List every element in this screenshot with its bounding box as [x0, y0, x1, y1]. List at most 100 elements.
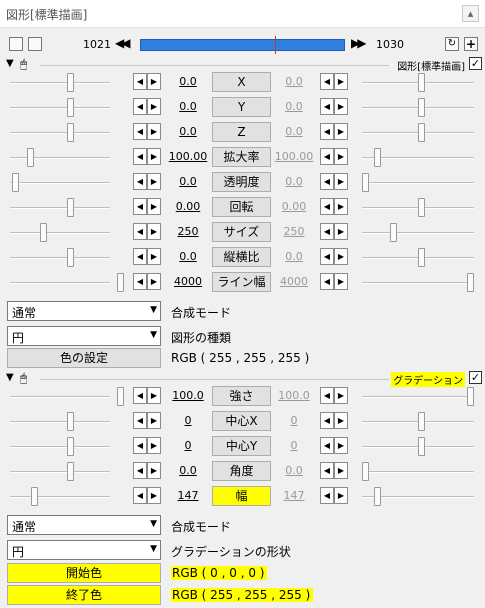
increment-arrow-icon[interactable]: ▶ [334, 198, 348, 215]
slider-thumb-end[interactable] [418, 123, 425, 142]
decrement-arrow-icon[interactable]: ◀ [320, 148, 334, 165]
param-start-value[interactable]: 0.0 [164, 125, 212, 138]
increment-arrow-icon[interactable]: ▶ [147, 487, 161, 504]
decrement-arrow-icon[interactable]: ◀ [133, 273, 147, 290]
slider-thumb-end[interactable] [362, 173, 369, 192]
decrement-arrow-icon[interactable]: ◀ [320, 412, 334, 429]
increment-arrow-icon[interactable]: ▶ [334, 387, 348, 404]
increment-arrow-icon[interactable]: ▶ [147, 412, 161, 429]
param-end-value[interactable]: 0.0 [270, 175, 318, 188]
slider-thumb-start[interactable] [40, 223, 47, 242]
param-start-value[interactable]: 4000 [164, 275, 212, 288]
param-button[interactable]: 透明度 [212, 172, 271, 192]
increment-arrow-icon[interactable]: ▶ [334, 73, 348, 90]
decrement-arrow-icon[interactable]: ◀ [320, 437, 334, 454]
param-start-value[interactable]: 0.0 [164, 464, 212, 477]
param-start-value[interactable]: 0 [164, 439, 212, 452]
increment-arrow-icon[interactable]: ▶ [147, 223, 161, 240]
enable-checkbox[interactable]: ✓ [469, 371, 482, 384]
start-color-button[interactable]: 開始色 [7, 563, 161, 583]
increment-arrow-icon[interactable]: ▶ [334, 223, 348, 240]
slider-thumb-end[interactable] [418, 98, 425, 117]
slider-thumb-start[interactable] [67, 98, 74, 117]
param-end-value[interactable]: 250 [270, 225, 318, 238]
loop-icon[interactable]: ↻ [445, 37, 459, 51]
color-settings-button[interactable]: 色の設定 [7, 348, 161, 368]
param-button[interactable]: ライン幅 [212, 272, 271, 292]
slider-track-start[interactable] [10, 107, 110, 109]
enable-checkbox[interactable]: ✓ [469, 57, 482, 70]
decrement-arrow-icon[interactable]: ◀ [320, 98, 334, 115]
increment-arrow-icon[interactable]: ▶ [334, 98, 348, 115]
slider-thumb-end[interactable] [418, 412, 425, 431]
slider-thumb-end[interactable] [418, 73, 425, 92]
slider-track-start[interactable] [10, 82, 110, 84]
param-end-value[interactable]: 0.0 [270, 100, 318, 113]
increment-arrow-icon[interactable]: ▶ [334, 248, 348, 265]
increment-arrow-icon[interactable]: ▶ [334, 462, 348, 479]
decrement-arrow-icon[interactable]: ◀ [133, 173, 147, 190]
param-end-value[interactable]: 0.0 [270, 464, 318, 477]
screen-icon[interactable] [28, 37, 42, 51]
param-button[interactable]: 強さ [212, 386, 271, 406]
param-start-value[interactable]: 0.00 [164, 200, 212, 213]
slider-thumb-end[interactable] [418, 437, 425, 456]
decrement-arrow-icon[interactable]: ◀ [320, 387, 334, 404]
slider-thumb-start[interactable] [67, 248, 74, 267]
slider-thumb-start[interactable] [117, 273, 124, 292]
param-end-value[interactable]: 0.00 [270, 200, 318, 213]
slider-thumb-end[interactable] [390, 223, 397, 242]
increment-arrow-icon[interactable]: ▶ [147, 173, 161, 190]
decrement-arrow-icon[interactable]: ◀ [320, 123, 334, 140]
slider-thumb-start[interactable] [67, 198, 74, 217]
shape-type-select[interactable]: 円 ▼ [7, 326, 161, 346]
param-start-value[interactable]: 0.0 [164, 250, 212, 263]
param-button[interactable]: 拡大率 [212, 147, 271, 167]
param-start-value[interactable]: 250 [164, 225, 212, 238]
increment-arrow-icon[interactable]: ▶ [334, 487, 348, 504]
param-end-value[interactable]: 0 [270, 439, 318, 452]
slider-track-end[interactable] [362, 232, 474, 234]
decrement-arrow-icon[interactable]: ◀ [320, 173, 334, 190]
decrement-arrow-icon[interactable]: ◀ [320, 198, 334, 215]
slider-track-start[interactable] [10, 207, 110, 209]
decrement-arrow-icon[interactable]: ◀ [133, 387, 147, 404]
decrement-arrow-icon[interactable]: ◀ [133, 198, 147, 215]
camera-icon[interactable] [9, 37, 23, 51]
param-start-value[interactable]: 0 [164, 414, 212, 427]
slider-thumb-start[interactable] [67, 123, 74, 142]
decrement-arrow-icon[interactable]: ◀ [133, 437, 147, 454]
increment-arrow-icon[interactable]: ▶ [147, 123, 161, 140]
increment-arrow-icon[interactable]: ▶ [147, 198, 161, 215]
seek-bar[interactable] [140, 36, 345, 54]
decrement-arrow-icon[interactable]: ◀ [320, 487, 334, 504]
param-end-value[interactable]: 147 [270, 489, 318, 502]
slider-track-start[interactable] [10, 496, 110, 498]
param-end-value[interactable]: 0.0 [270, 75, 318, 88]
decrement-arrow-icon[interactable]: ◀ [133, 412, 147, 429]
slider-track-start[interactable] [10, 282, 110, 284]
slider-track-start[interactable] [10, 396, 110, 398]
slider-track-end[interactable] [362, 182, 474, 184]
decrement-arrow-icon[interactable]: ◀ [133, 123, 147, 140]
slider-track-end[interactable] [362, 471, 474, 473]
slider-thumb-start[interactable] [67, 412, 74, 431]
decrement-arrow-icon[interactable]: ◀ [133, 73, 147, 90]
slider-thumb-end[interactable] [374, 148, 381, 167]
param-button[interactable]: Y [212, 97, 271, 117]
slider-track-end[interactable] [362, 396, 474, 398]
increment-arrow-icon[interactable]: ▶ [147, 248, 161, 265]
slider-thumb-start[interactable] [27, 148, 34, 167]
slider-track-end[interactable] [362, 282, 474, 284]
slider-track-start[interactable] [10, 132, 110, 134]
decrement-arrow-icon[interactable]: ◀ [320, 73, 334, 90]
param-button[interactable]: Z [212, 122, 271, 142]
slider-track-start[interactable] [10, 421, 110, 423]
decrement-arrow-icon[interactable]: ◀ [133, 223, 147, 240]
param-start-value[interactable]: 100.0 [164, 389, 212, 402]
prev-frame-icon[interactable]: ◀◀ [115, 36, 131, 50]
increment-arrow-icon[interactable]: ▶ [147, 98, 161, 115]
param-end-value[interactable]: 0 [270, 414, 318, 427]
increment-arrow-icon[interactable]: ▶ [147, 273, 161, 290]
param-button[interactable]: 中心X [212, 411, 271, 431]
